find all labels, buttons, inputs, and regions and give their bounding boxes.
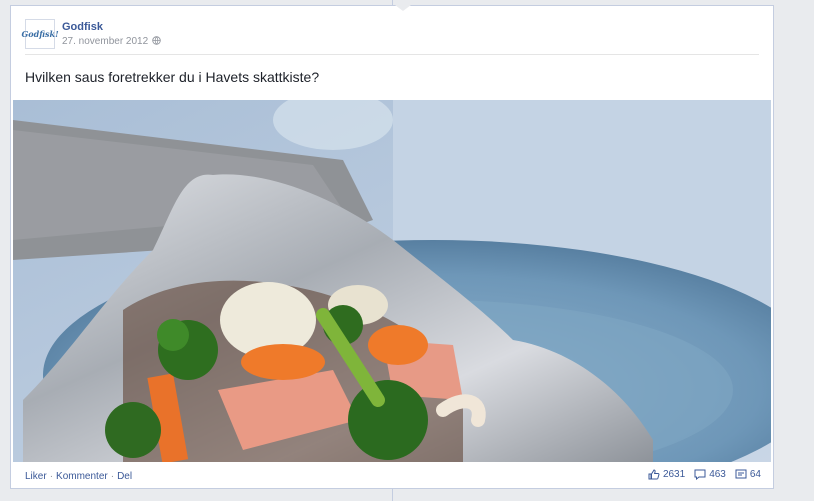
post-actions: Liker · Kommenter · Del: [25, 471, 132, 482]
post-date-line: 27. november 2012: [62, 36, 161, 47]
likes-count-value: 2631: [662, 469, 686, 480]
share-link[interactable]: Del: [117, 471, 132, 482]
comments-count-value: 463: [709, 469, 726, 480]
action-separator: ·: [49, 471, 54, 482]
timeline-pointer: [395, 5, 411, 11]
comment-icon: [694, 469, 706, 480]
post-card: Godfisk! Godfisk 27. november 2012 Hvilk…: [10, 5, 774, 489]
avatar[interactable]: Godfisk!: [21, 19, 59, 49]
comment-link[interactable]: Kommenter: [56, 471, 108, 482]
globe-icon: [152, 36, 161, 45]
like-link[interactable]: Liker: [25, 471, 47, 482]
food-photo-illustration: [13, 100, 771, 462]
shares-count-value: 64: [749, 469, 761, 480]
post-date[interactable]: 27. november 2012: [62, 36, 148, 47]
comments-count[interactable]: 463: [694, 469, 726, 480]
avatar-logo-text: Godfisk!: [21, 29, 59, 39]
header-divider: [25, 54, 759, 55]
action-separator: ·: [110, 471, 115, 482]
author-name[interactable]: Godfisk: [62, 21, 103, 33]
likes-count[interactable]: 2631: [648, 469, 685, 480]
thumbs-up-icon: [648, 469, 660, 480]
post-stats: 2631 463 64: [639, 469, 761, 480]
post-message: Hvilken saus foretrekker du i Havets ska…: [25, 69, 320, 85]
post-photo[interactable]: [13, 100, 771, 462]
shares-count[interactable]: 64: [735, 469, 761, 480]
share-icon: [735, 469, 747, 479]
